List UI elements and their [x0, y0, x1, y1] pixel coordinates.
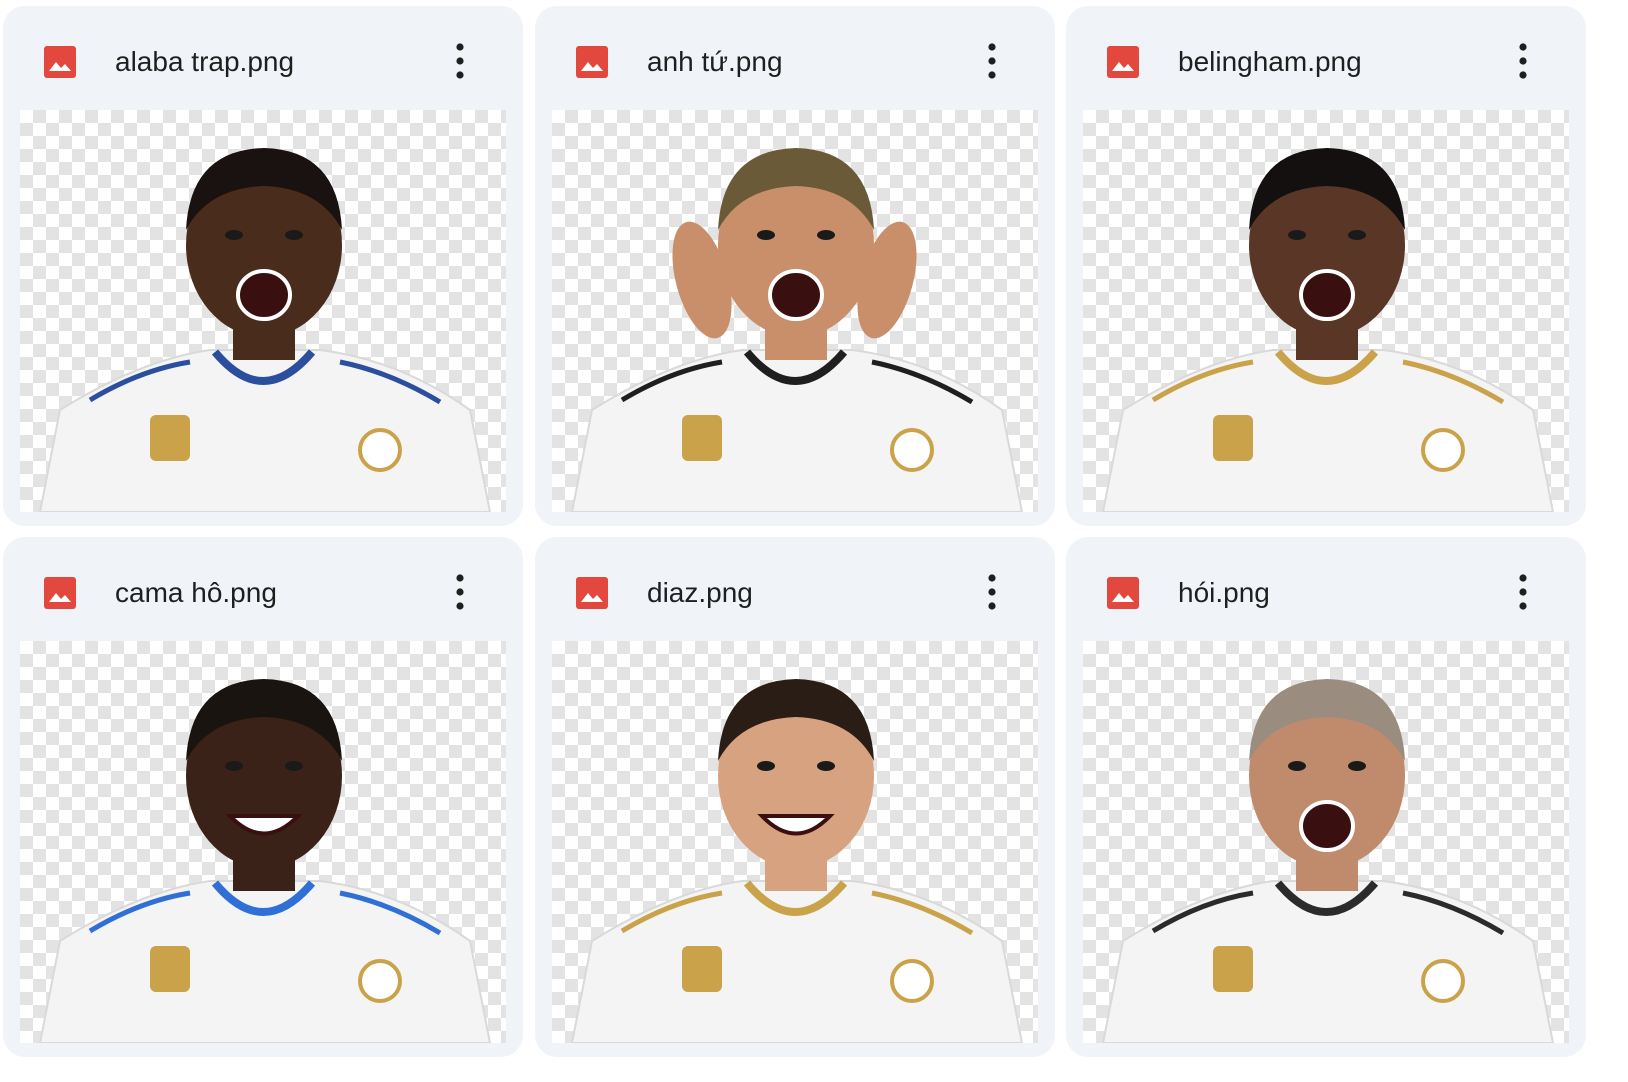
club-crest: [890, 428, 934, 472]
jersey: [38, 349, 492, 512]
file-card[interactable]: belingham.png: [1066, 6, 1586, 526]
file-thumbnail[interactable]: [552, 641, 1038, 1043]
player-smiling-image: [570, 679, 1024, 1043]
eye: [225, 761, 243, 771]
jersey: [570, 349, 1024, 512]
eye: [285, 230, 303, 240]
image-file-icon: [575, 45, 609, 79]
file-grid: alaba trap.png anh tứ.png belingham.png cam…: [0, 0, 1628, 1082]
champion-badge: [1213, 946, 1253, 992]
eye: [225, 230, 243, 240]
eye: [285, 761, 303, 771]
file-card[interactable]: diaz.png: [535, 537, 1055, 1057]
file-thumbnail[interactable]: [552, 110, 1038, 512]
file-card-header: cama hô.png: [3, 537, 523, 637]
file-name: belingham.png: [1178, 46, 1362, 77]
player-laughing-image: [38, 679, 492, 1043]
mouth: [236, 269, 292, 321]
file-name: hói.png: [1178, 577, 1270, 608]
jersey: [1101, 349, 1555, 512]
club-crest: [358, 959, 402, 1003]
jersey: [1101, 880, 1555, 1043]
image-file-icon: [1106, 576, 1140, 610]
eye: [757, 230, 775, 240]
file-card[interactable]: anh tứ.png: [535, 6, 1055, 526]
eye: [1348, 230, 1366, 240]
champion-badge: [1213, 415, 1253, 461]
file-card[interactable]: alaba trap.png: [3, 6, 523, 526]
image-file-icon: [575, 576, 609, 610]
club-crest: [890, 959, 934, 1003]
mouth: [1299, 269, 1355, 321]
player-cupping-ears-image: [570, 148, 1024, 512]
image-file-icon: [43, 45, 77, 79]
player-roaring-image: [1101, 679, 1555, 1043]
file-card[interactable]: cama hô.png: [3, 537, 523, 1057]
eye: [1288, 230, 1306, 240]
mouth: [1299, 800, 1355, 852]
champion-badge: [682, 946, 722, 992]
eye: [1288, 761, 1306, 771]
more-vert-icon[interactable]: [975, 38, 1009, 84]
eye: [817, 761, 835, 771]
player-celebrating-image: [38, 148, 492, 512]
file-card-header: hói.png: [1066, 537, 1586, 637]
player-shouting-image: [1101, 148, 1555, 512]
jersey: [38, 880, 492, 1043]
more-vert-icon[interactable]: [975, 569, 1009, 615]
file-card-header: alaba trap.png: [3, 6, 523, 106]
more-vert-icon[interactable]: [443, 569, 477, 615]
club-crest: [358, 428, 402, 472]
file-card[interactable]: hói.png: [1066, 537, 1586, 1057]
file-name: cama hô.png: [115, 577, 277, 608]
more-vert-icon[interactable]: [1506, 569, 1540, 615]
more-vert-icon[interactable]: [1506, 38, 1540, 84]
more-vert-icon[interactable]: [443, 38, 477, 84]
champion-badge: [150, 946, 190, 992]
champion-badge: [150, 415, 190, 461]
file-thumbnail[interactable]: [20, 110, 506, 512]
file-thumbnail[interactable]: [1083, 110, 1569, 512]
file-name: alaba trap.png: [115, 46, 295, 77]
image-file-icon: [43, 576, 77, 610]
file-card-header: anh tứ.png: [535, 6, 1055, 106]
jersey: [570, 880, 1024, 1043]
file-thumbnail[interactable]: [1083, 641, 1569, 1043]
image-file-icon: [1106, 45, 1140, 79]
file-card-header: diaz.png: [535, 537, 1055, 637]
file-card-header: belingham.png: [1066, 6, 1586, 106]
eye: [1348, 761, 1366, 771]
file-name: anh tứ.png: [647, 46, 783, 77]
club-crest: [1421, 428, 1465, 472]
file-name: diaz.png: [647, 577, 753, 608]
eye: [757, 761, 775, 771]
club-crest: [1421, 959, 1465, 1003]
champion-badge: [682, 415, 722, 461]
mouth: [768, 269, 824, 321]
file-thumbnail[interactable]: [20, 641, 506, 1043]
eye: [817, 230, 835, 240]
